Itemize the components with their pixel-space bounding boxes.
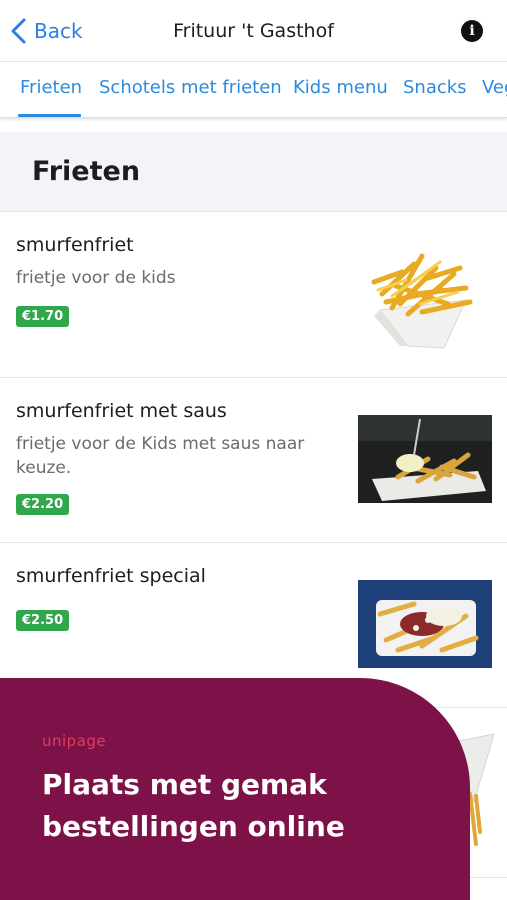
menu-item[interactable]: smurfenfriet met saus frietje voor de Ki… <box>0 378 507 543</box>
promo-text: Plaats met gemak bestellingen online <box>42 768 345 843</box>
price-badge: €2.50 <box>16 610 70 631</box>
info-icon[interactable]: i <box>461 20 483 42</box>
item-description: frietje voor de Kids met saus naar keuze… <box>16 434 305 478</box>
promo-banner[interactable]: unipage Plaats met gemak bestellingen on… <box>0 678 470 900</box>
item-name: smurfenfriet <box>16 234 134 256</box>
page-title: Frituur 't Gasthof <box>173 20 334 42</box>
section-header: Frieten <box>0 132 507 212</box>
fries-special-image <box>358 580 492 668</box>
fries-with-sauce-image <box>358 415 492 503</box>
tab-snacks[interactable]: Snacks <box>403 77 467 98</box>
item-name: smurfenfriet met saus <box>16 400 227 422</box>
unipage-logo: unipage <box>42 732 107 750</box>
menu-item[interactable]: smurfenfriet frietje voor de kids €1.70 <box>0 212 507 378</box>
tab-kids-menu[interactable]: Kids menu <box>293 77 388 98</box>
item-description: frietje voor de kids <box>16 268 176 288</box>
navigation-bar: Back Frituur 't Gasthof i <box>0 0 507 62</box>
tab-schotels-met-frieten[interactable]: Schotels met frieten <box>99 77 282 98</box>
price-badge: €1.70 <box>16 306 70 327</box>
category-tabs: Frieten Schotels met frieten Kids menu S… <box>0 62 507 118</box>
section-title: Frieten <box>32 156 141 187</box>
active-tab-indicator <box>18 114 81 117</box>
item-name: smurfenfriet special <box>16 565 206 587</box>
tab-veg[interactable]: Veg <box>482 77 507 98</box>
tab-frieten[interactable]: Frieten <box>20 77 82 98</box>
price-badge: €2.20 <box>16 494 70 515</box>
fries-tray-image <box>371 253 473 349</box>
